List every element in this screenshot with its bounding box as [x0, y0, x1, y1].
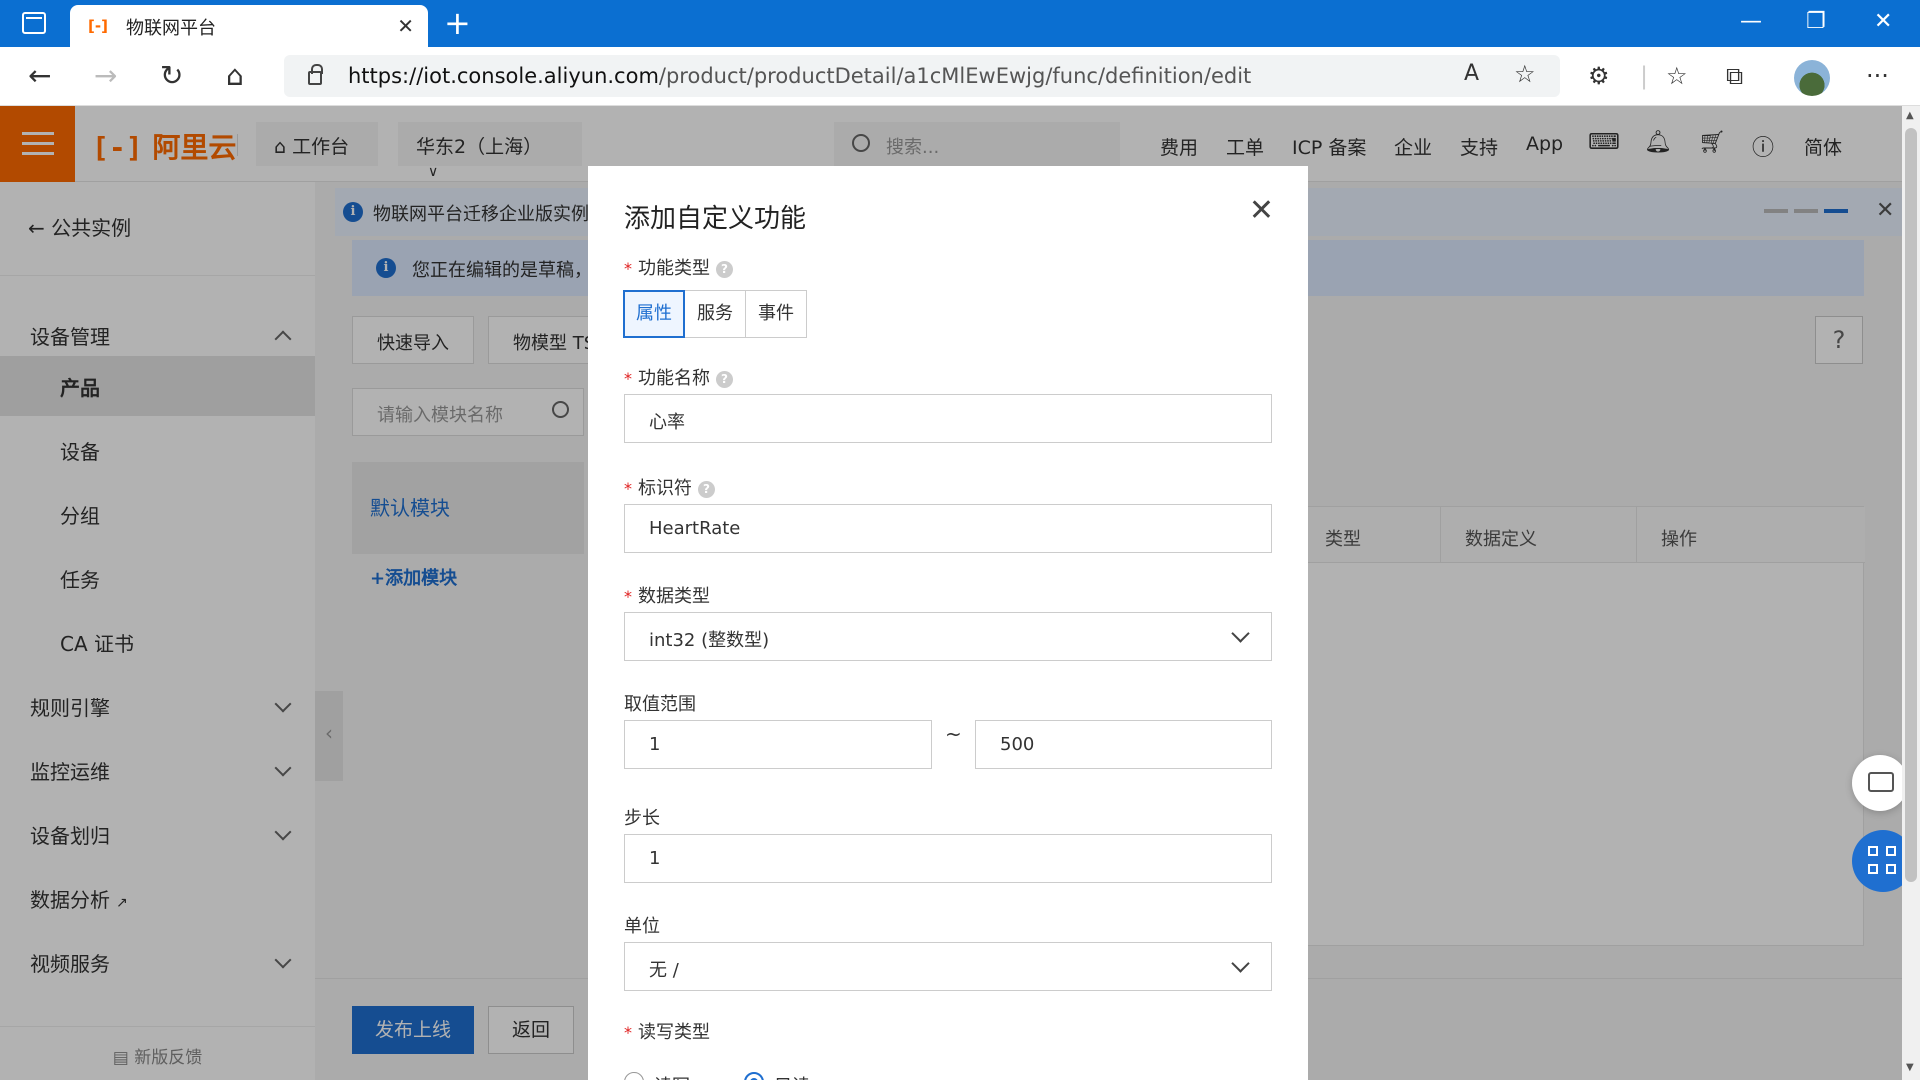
minimize-icon[interactable]: —	[1740, 8, 1762, 36]
tab-close-icon[interactable]: ✕	[397, 14, 414, 38]
favorites-icon[interactable]: ☆	[1666, 61, 1688, 91]
radio-read-only[interactable]	[744, 1072, 764, 1080]
identifier-label: * 标识符?	[624, 474, 715, 500]
add-custom-function-dialog: 添加自定义功能 ✕ * 功能类型? 属性 服务 事件 * 功能名称? 心率 * 标识符…	[588, 166, 1308, 1080]
function-type-label: * 功能类型?	[624, 254, 733, 280]
step-label: 步长	[624, 808, 660, 829]
home-icon[interactable]: ⌂	[226, 61, 244, 91]
function-name-label: * 功能名称?	[624, 364, 733, 390]
address-bar-row: ← → ↻ ⌂ https://iot.console.aliyun.com/p…	[0, 47, 1920, 106]
radio-read-write[interactable]	[624, 1072, 644, 1080]
range-separator: ~	[945, 722, 962, 746]
radio-read-write-label: 读写	[654, 1072, 690, 1080]
function-name-input[interactable]: 心率	[624, 394, 1272, 443]
window-close-icon[interactable]: ✕	[1874, 8, 1892, 36]
function-type-service[interactable]: 服务	[684, 290, 746, 338]
forward-icon[interactable]: →	[94, 61, 117, 91]
step-input[interactable]: 1	[624, 834, 1272, 883]
more-icon[interactable]: ···	[1866, 61, 1889, 91]
question-icon[interactable]: ?	[716, 260, 733, 278]
function-type-event[interactable]: 事件	[745, 290, 807, 338]
radio-read-only-label: 只读	[774, 1072, 810, 1080]
tab-actions-icon[interactable]	[22, 12, 46, 34]
extensions-icon[interactable]: ⚙	[1588, 61, 1610, 91]
back-icon[interactable]: ←	[28, 61, 51, 91]
collections-icon[interactable]: ⧉	[1726, 61, 1743, 91]
scroll-thumb[interactable]	[1905, 128, 1917, 882]
unit-select[interactable]: 无 /	[624, 942, 1272, 991]
identifier-input[interactable]: HeartRate	[624, 504, 1272, 553]
favorite-add-icon[interactable]: ☆	[1514, 59, 1536, 89]
question-icon[interactable]: ?	[716, 370, 733, 388]
unit-label: 单位	[624, 916, 660, 937]
question-icon[interactable]: ?	[698, 480, 715, 498]
scroll-up-icon[interactable]: ▲	[1906, 110, 1914, 121]
data-type-label: * 数据类型	[624, 586, 710, 607]
restore-icon[interactable]: ❐	[1806, 8, 1826, 36]
chevron-down-icon	[1231, 954, 1250, 973]
dialog-close-icon[interactable]: ✕	[1249, 196, 1274, 226]
read-aloud-icon[interactable]: A	[1464, 59, 1479, 89]
function-type-property[interactable]: 属性	[623, 290, 685, 338]
aliyun-favicon-icon: [-]	[88, 17, 108, 35]
browser-tab[interactable]: [-] 物联网平台 ✕	[70, 5, 428, 47]
profile-avatar[interactable]	[1794, 60, 1830, 96]
function-type-segment: 属性 服务 事件	[623, 290, 807, 338]
toolbar-divider: |	[1640, 62, 1649, 90]
refresh-icon[interactable]: ↻	[160, 61, 183, 91]
url-field[interactable]: https://iot.console.aliyun.com/product/p…	[284, 55, 1560, 97]
chat-icon[interactable]	[1852, 755, 1908, 811]
chevron-down-icon	[1231, 624, 1250, 643]
new-tab-icon[interactable]: +	[444, 6, 471, 40]
dialog-title: 添加自定义功能	[624, 204, 807, 234]
lock-icon	[308, 64, 323, 85]
rw-type-label: * 读写类型	[624, 1022, 710, 1043]
url-text: https://iot.console.aliyun.com/product/p…	[348, 64, 1252, 88]
tab-title: 物联网平台	[126, 18, 216, 39]
range-min-input[interactable]: 1	[624, 720, 932, 769]
scroll-down-icon[interactable]: ▼	[1906, 1062, 1914, 1073]
browser-tab-bar: [-] 物联网平台 ✕ + — ❐ ✕	[0, 0, 1920, 47]
page-scrollbar[interactable]: ▲ ▼	[1902, 106, 1920, 1080]
range-max-input[interactable]: 500	[975, 720, 1272, 769]
data-type-select[interactable]: int32 (整数型)	[624, 612, 1272, 661]
value-range-label: 取值范围	[624, 694, 696, 715]
